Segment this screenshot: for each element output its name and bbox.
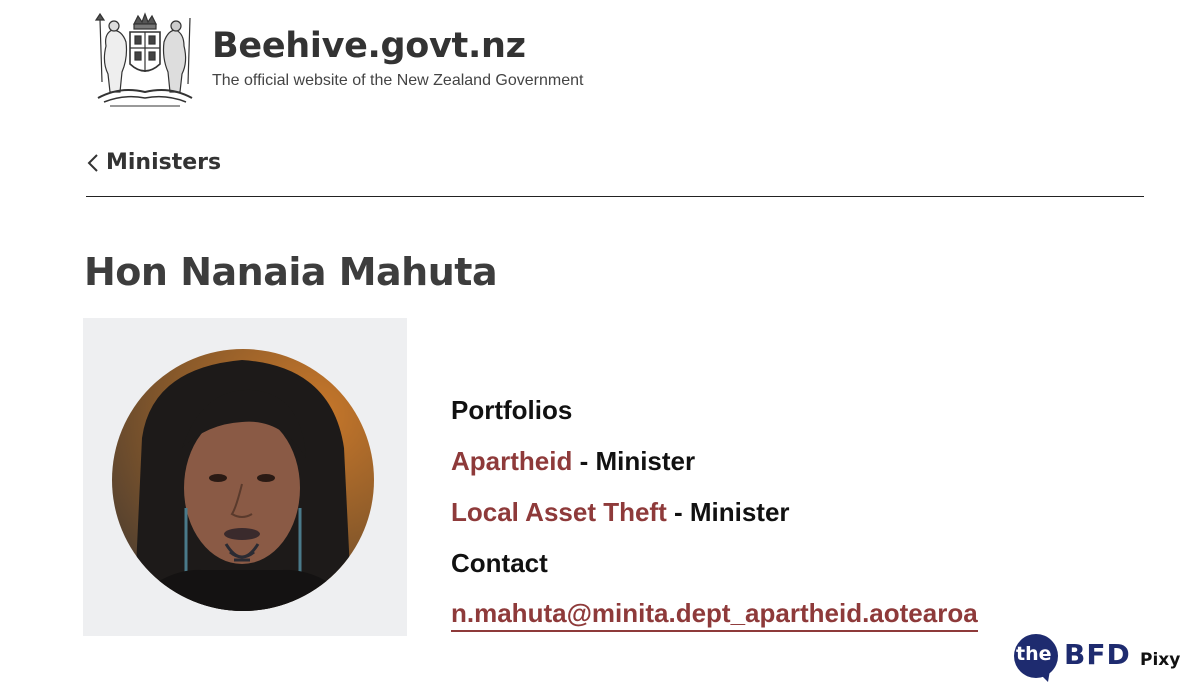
bfd-pixy-watermark: the BFD Pixy [1012,634,1182,682]
watermark-bfd: BFD [1064,638,1131,671]
nz-coat-of-arms-icon [94,12,193,107]
email-link[interactable]: n.mahuta@minita.dept_apartheid.aotearoa [451,598,978,632]
photo-panel [83,318,407,636]
back-link-label: Ministers [106,150,222,175]
watermark-the: the [1016,643,1052,665]
portfolios-heading: Portfolios [451,395,573,425]
chevron-left-icon [87,153,98,172]
divider [86,196,1144,197]
back-to-ministers-link[interactable]: Ministers [86,150,221,175]
watermark-pixy: Pixy [1140,650,1181,670]
site-title[interactable]: Beehive.govt.nz [212,26,526,66]
portfolio-role: - Minister [666,497,790,527]
contact-heading: Contact [451,548,548,578]
minister-portrait [112,349,374,611]
portfolio-role: - Minister [572,446,696,476]
contact-email-row: n.mahuta@minita.dept_apartheid.aotearoa [451,598,978,632]
page-title: Hon Nanaia Mahuta [84,250,498,294]
portfolio-item: Local Asset Theft - Minister [451,497,790,528]
site-subtitle: The official website of the New Zealand … [212,72,584,89]
portfolio-link[interactable]: Apartheid [451,446,572,476]
portfolio-link[interactable]: Local Asset Theft [451,497,667,527]
portfolio-item: Apartheid - Minister [451,446,695,477]
